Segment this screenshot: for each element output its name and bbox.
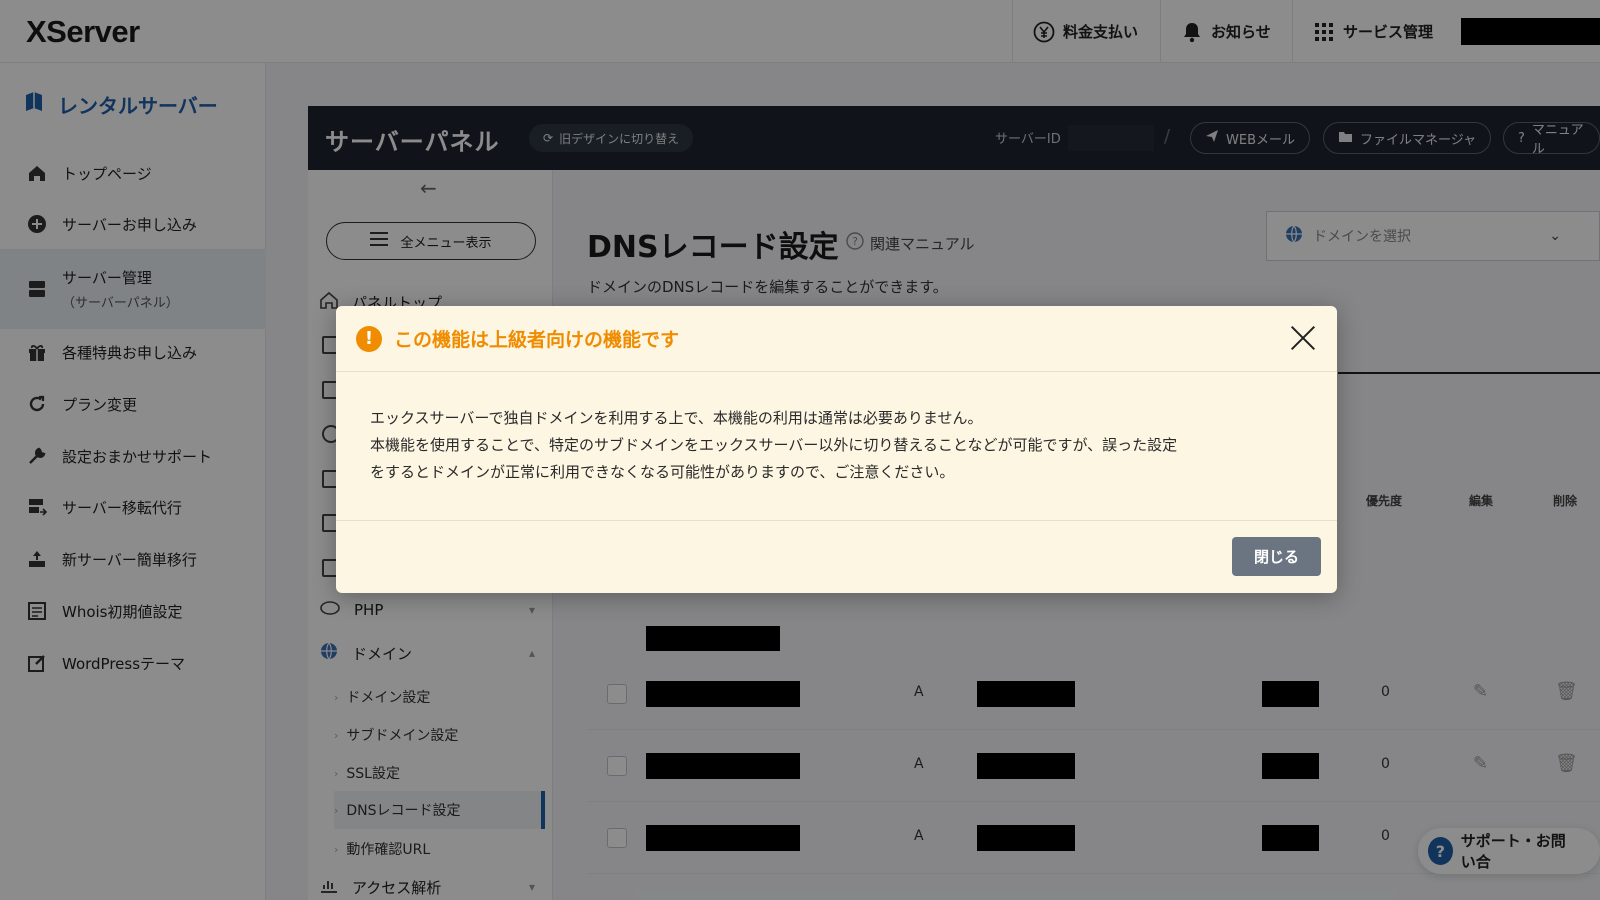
modal-line-2: 本機能を使用することで、特定のサブドメインをエックスサーバー以外に切り替えること… [370,436,1178,454]
modal-line-1: エックスサーバーで独自ドメインを利用する上で、本機能の利用は通常は必要ありません… [370,409,983,427]
warning-icon: ! [356,325,382,352]
modal-line-3: をするとドメインが正常に利用できなくなる可能性がありますので、ご注意ください。 [370,463,955,481]
close-icon[interactable] [1287,322,1319,354]
modal-divider [336,520,1337,521]
advanced-feature-modal: ! この機能は上級者向けの機能です エックスサーバーで独自ドメインを利用する上で… [336,306,1337,593]
modal-header: ! この機能は上級者向けの機能です [336,306,1337,372]
modal-body: エックスサーバーで独自ドメインを利用する上で、本機能の利用は通常は必要ありません… [370,405,1310,486]
close-button[interactable]: 閉じる [1232,537,1321,576]
modal-title: この機能は上級者向けの機能です [394,329,680,351]
